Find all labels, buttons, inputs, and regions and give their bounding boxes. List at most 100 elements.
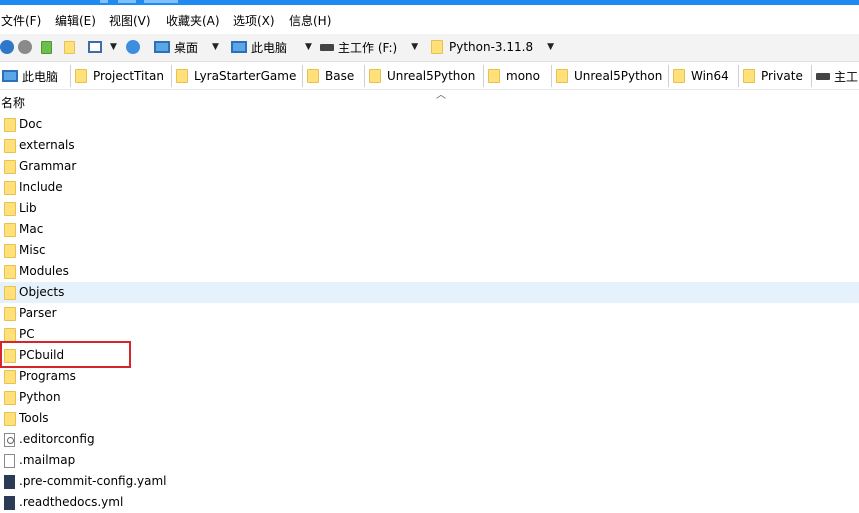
file-row-label: .pre-commit-config.yaml — [19, 474, 167, 488]
file-row[interactable]: Doc — [0, 114, 859, 135]
menu-edit[interactable]: 编辑(E) — [55, 12, 96, 29]
yaml-file-icon — [4, 475, 15, 489]
chevron-down-icon[interactable]: ▼ — [411, 42, 418, 52]
bookmark-label: mono — [506, 69, 540, 83]
drive-icon — [320, 43, 334, 51]
toolbar: ▼ 桌面 ▼ 此电脑 ▼ 主工作 (F:) ▼ Python-3.11.8 ▼ — [0, 34, 859, 62]
menu-view[interactable]: 视图(V) — [109, 12, 151, 29]
sort-ascending-icon: ︿ — [436, 90, 446, 101]
file-row-label: .mailmap — [19, 453, 76, 467]
menu-favorites[interactable]: 收藏夹(A) — [166, 12, 220, 29]
menu-file[interactable]: 文件(F) — [1, 12, 41, 29]
file-row-label: Lib — [19, 201, 37, 215]
title-fragment — [100, 0, 108, 3]
config-file-icon — [4, 433, 15, 447]
file-icon — [4, 454, 15, 468]
menu-options[interactable]: 选项(X) — [233, 12, 275, 29]
back-arrow-icon — [0, 40, 14, 54]
bookmark-item[interactable]: Base — [302, 65, 354, 87]
file-row-icon — [4, 496, 15, 513]
folder-icon — [4, 412, 16, 426]
toolbar-desktop[interactable]: 桌面 ▼ — [154, 38, 219, 56]
file-row-icon — [4, 454, 15, 471]
folder-icon — [4, 286, 16, 300]
toolbar-current-folder-label: Python-3.11.8 — [449, 40, 534, 54]
file-row-label: Doc — [19, 117, 43, 131]
bookmark-item[interactable]: Win64 — [668, 65, 729, 87]
column-name[interactable]: 名称 — [1, 94, 25, 111]
bookmark-item[interactable]: Unreal5Python — [364, 65, 475, 87]
bookmark-item[interactable]: mono — [483, 65, 540, 87]
chevron-down-icon[interactable]: ▼ — [212, 42, 219, 52]
bookmark-item[interactable]: Private — [738, 65, 803, 87]
file-row[interactable]: .mailmap — [0, 450, 859, 471]
file-row[interactable]: Modules — [0, 261, 859, 282]
file-row-label: .editorconfig — [19, 432, 95, 446]
folder-icon — [431, 40, 443, 54]
new-folder-button[interactable] — [64, 38, 81, 56]
file-row[interactable]: Programs — [0, 366, 859, 387]
computer-icon — [2, 70, 18, 82]
folder-icon — [307, 69, 319, 83]
up-folder-button[interactable] — [41, 38, 58, 56]
file-row[interactable]: Misc — [0, 240, 859, 261]
file-row[interactable]: Parser — [0, 303, 859, 324]
bookmark-item[interactable]: ProjectTitan — [70, 65, 164, 87]
toolbar-desktop-label: 桌面 — [174, 40, 199, 55]
file-row-label: Programs — [19, 369, 76, 383]
folder-icon — [673, 69, 685, 83]
bookmark-label: Private — [761, 69, 803, 83]
folder-icon — [75, 69, 87, 83]
folder-icon — [4, 160, 16, 174]
folder-icon — [4, 265, 16, 279]
view-mode-button[interactable]: ▼ — [88, 38, 117, 56]
computer-icon — [231, 41, 247, 53]
file-row[interactable]: Grammar — [0, 156, 859, 177]
folder-icon — [556, 69, 568, 83]
up-folder-icon — [41, 40, 52, 54]
forward-button[interactable] — [18, 38, 34, 56]
file-row[interactable]: Objects — [0, 282, 859, 303]
bookmark-item[interactable]: LyraStarterGame — [171, 65, 296, 87]
file-row-label: Tools — [19, 411, 49, 425]
chevron-down-icon[interactable]: ▼ — [305, 42, 312, 52]
chevron-down-icon[interactable]: ▼ — [547, 42, 554, 52]
title-bar — [0, 0, 859, 5]
file-row[interactable]: Mac — [0, 219, 859, 240]
title-fragment — [118, 0, 136, 3]
folder-icon — [488, 69, 500, 83]
toolbar-drive[interactable]: 主工作 (F:) ▼ — [320, 38, 418, 56]
file-row-label: .readthedocs.yml — [19, 495, 124, 509]
bookmark-label: Unreal5Python — [387, 69, 476, 83]
refresh-icon — [126, 40, 140, 54]
file-row[interactable]: Python — [0, 387, 859, 408]
back-button[interactable] — [0, 38, 16, 56]
desktop-icon — [154, 41, 170, 53]
menu-info[interactable]: 信息(H) — [289, 12, 331, 29]
file-row[interactable]: Include — [0, 177, 859, 198]
new-folder-icon — [64, 40, 75, 54]
bookmark-item[interactable]: 主工 — [811, 65, 858, 87]
refresh-button[interactable] — [126, 38, 142, 56]
file-row-icon — [4, 475, 15, 492]
folder-icon — [743, 69, 755, 83]
file-row-label: Misc — [19, 243, 46, 257]
bookmark-label: LyraStarterGame — [194, 69, 297, 83]
file-row-label: PC — [19, 327, 35, 341]
file-row[interactable]: externals — [0, 135, 859, 156]
bookmark-item[interactable]: Unreal5Python — [551, 65, 662, 87]
file-row[interactable]: Lib — [0, 198, 859, 219]
file-row-icon — [4, 433, 15, 450]
bookmark-item[interactable]: 此电脑 — [0, 65, 58, 87]
file-row[interactable]: .pre-commit-config.yaml — [0, 471, 859, 492]
file-row[interactable]: Tools — [0, 408, 859, 429]
toolbar-current-folder[interactable]: Python-3.11.8 ▼ — [431, 38, 554, 56]
file-row[interactable]: .readthedocs.yml — [0, 492, 859, 513]
file-row-label: Mac — [19, 222, 44, 236]
yaml-file-icon — [4, 496, 15, 510]
folder-icon — [4, 244, 16, 258]
file-row-label: Include — [19, 180, 63, 194]
toolbar-this-pc[interactable]: 此电脑 ▼ — [231, 38, 312, 56]
file-row[interactable]: .editorconfig — [0, 429, 859, 450]
toolbar-drive-label: 主工作 (F:) — [338, 40, 398, 55]
